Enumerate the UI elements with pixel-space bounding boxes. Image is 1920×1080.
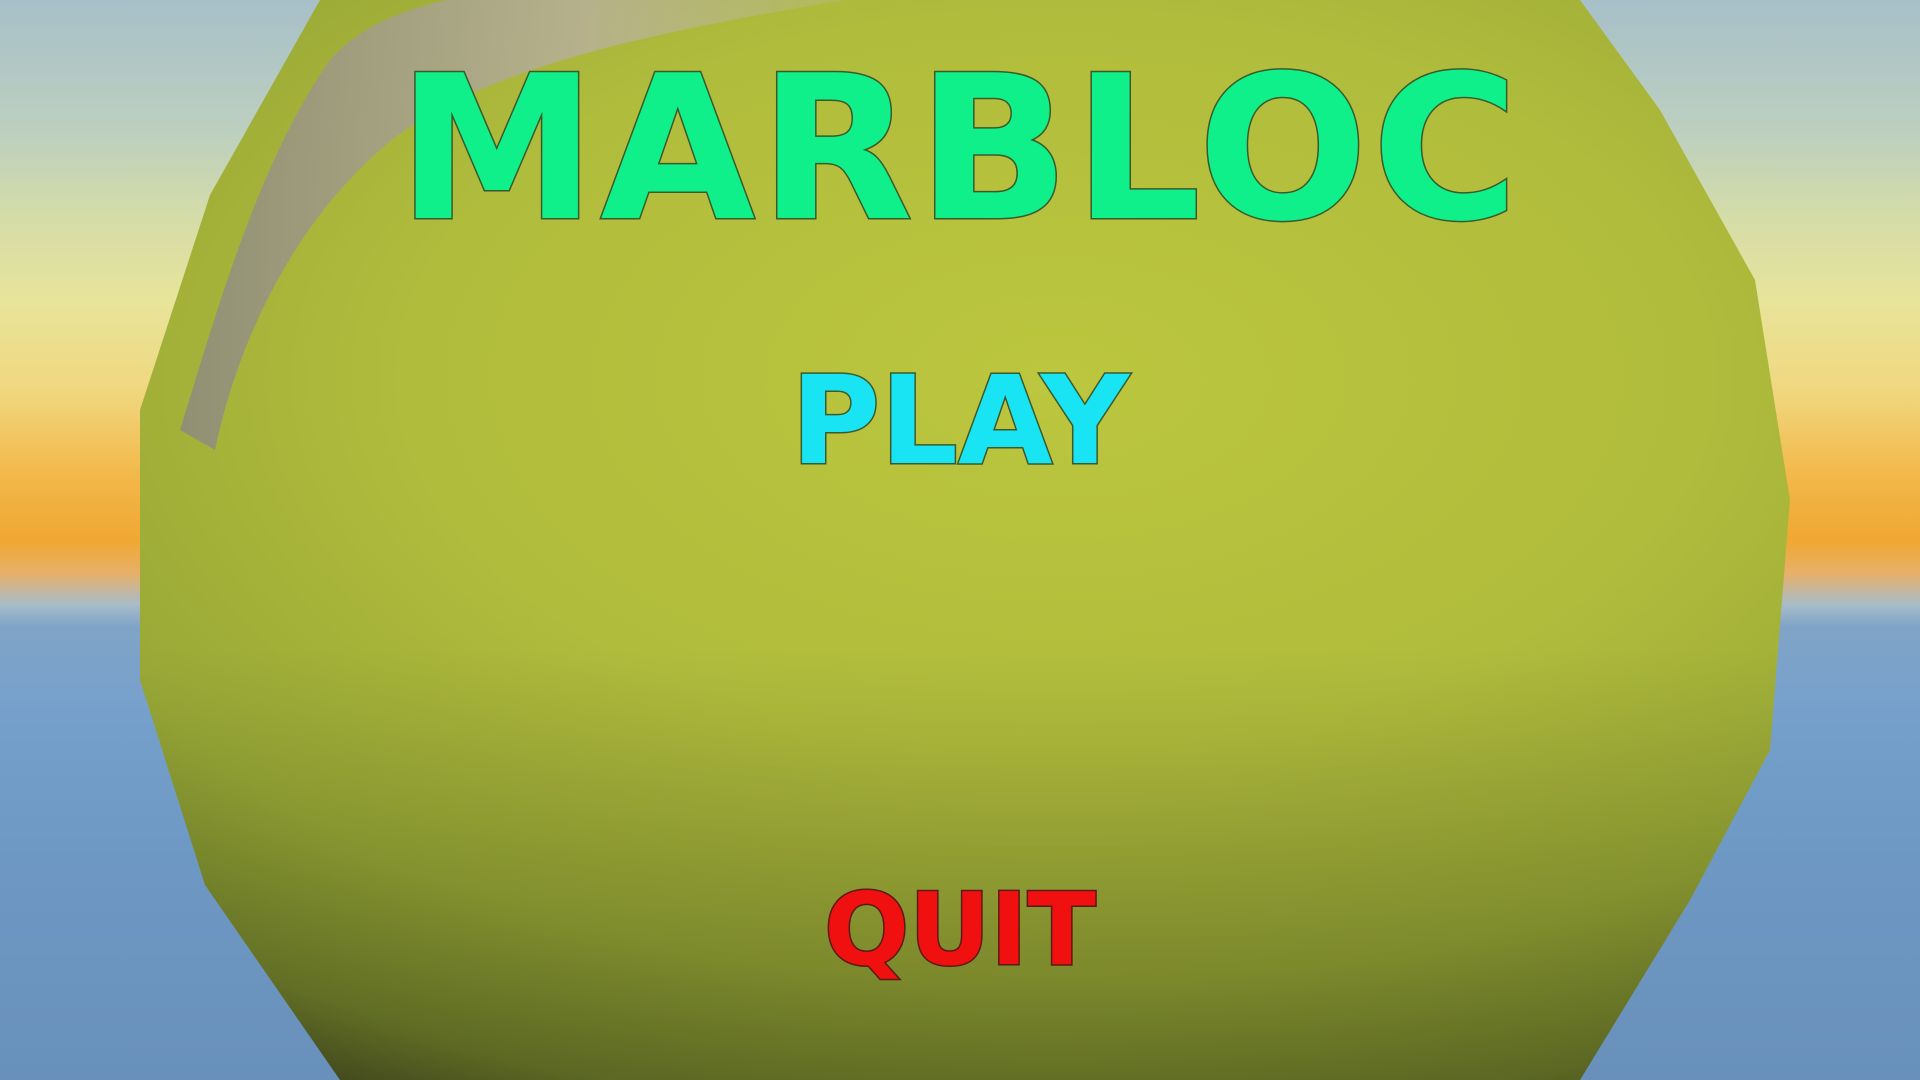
main-menu-scene: MARBLOC PLAY QUIT [0, 0, 1920, 1080]
quit-button[interactable]: QUIT [0, 878, 1920, 981]
game-title: MARBLOC [396, 33, 1523, 266]
play-button[interactable]: PLAY [0, 359, 1920, 484]
